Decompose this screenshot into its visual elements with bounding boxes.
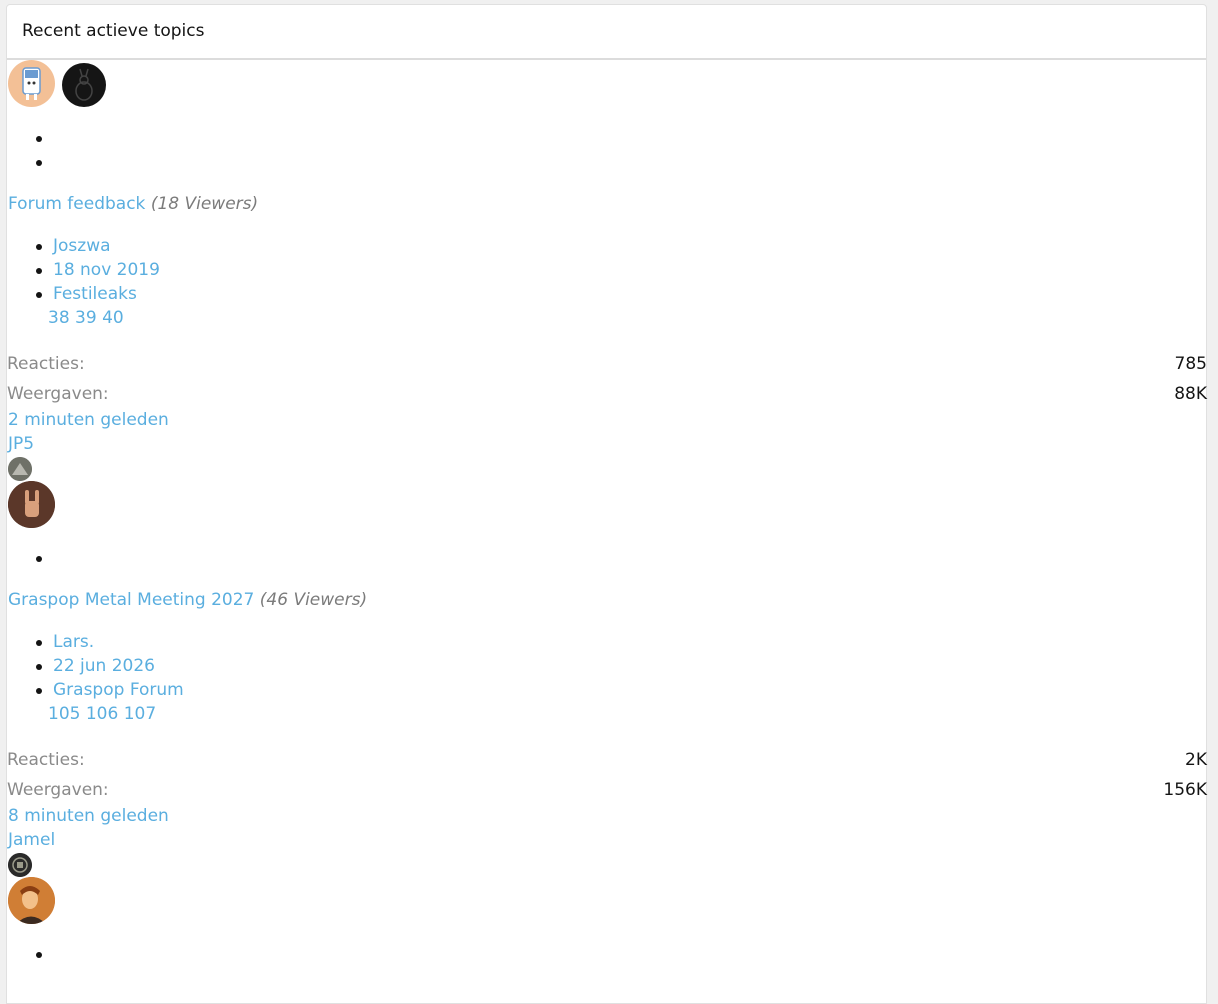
replies-row: Reacties: 785 [7,354,1207,374]
views-row: Weergaven: 156K [7,780,1207,800]
topic-pages-links[interactable]: 38 39 40 [48,308,124,328]
topic-viewers: (46 Viewers) [259,590,368,610]
rock-hand-icon [8,481,55,528]
topic-date-link[interactable]: 22 jun 2026 [53,656,155,676]
avatar-topic2-starter[interactable] [8,481,55,528]
avatar-topic3-starter[interactable] [8,877,55,924]
list-bullet [36,268,42,274]
replies-row: Reacties: 2K [7,750,1207,770]
portrait-photo-icon [8,877,55,924]
avatar-topic1-starter[interactable] [8,60,55,107]
photo-thumbnail-icon [8,457,32,481]
topic-author-link[interactable]: Joszwa [53,236,111,256]
rabbit-silhouette-icon [75,68,93,101]
list-bullet [36,160,42,166]
last-post-time-link[interactable]: 2 minuten geleden [8,410,169,430]
replies-value: 785 [1174,354,1207,374]
last-post-time-link[interactable]: 8 minuten geleden [8,806,169,826]
topic-title-link[interactable]: Forum feedback [8,194,145,214]
list-bullet [36,244,42,250]
badge-emblem-icon [8,853,32,877]
topic-author-link[interactable]: Lars. [53,632,94,652]
topic-pages-links[interactable]: 105 106 107 [48,704,156,724]
topic-forum-link[interactable]: Graspop Forum [53,680,184,700]
topic-title-link[interactable]: Graspop Metal Meeting 2027 [8,590,254,610]
recent-topics-panel: Recent actieve topics Forum feedback (18… [6,4,1207,1004]
list-bullet [36,556,42,562]
last-post-user-link[interactable]: Jamel [8,830,55,850]
last-post-user-link[interactable]: JP5 [8,434,34,454]
views-row: Weergaven: 88K [7,384,1207,404]
mascot-icon [22,67,41,100]
views-value: 88K [1174,384,1207,404]
list-bullet [36,640,42,646]
panel-title: Recent actieve topics [7,5,1206,60]
replies-label: Reacties: [7,750,85,770]
list-bullet [36,292,42,298]
views-label: Weergaven: [7,780,109,800]
list-bullet [36,136,42,142]
list-bullet [36,952,42,958]
list-bullet [36,688,42,694]
avatar-last-poster[interactable] [8,457,32,481]
avatar-last-poster[interactable] [8,853,32,877]
replies-value: 2K [1185,750,1207,770]
topic-forum-link[interactable]: Festileaks [53,284,137,304]
views-label: Weergaven: [7,384,109,404]
list-bullet [36,664,42,670]
topic-viewers: (18 Viewers) [150,194,259,214]
replies-label: Reacties: [7,354,85,374]
topic-date-link[interactable]: 18 nov 2019 [53,260,160,280]
avatar-topic1-participant[interactable] [62,63,106,107]
views-value: 156K [1163,780,1207,800]
